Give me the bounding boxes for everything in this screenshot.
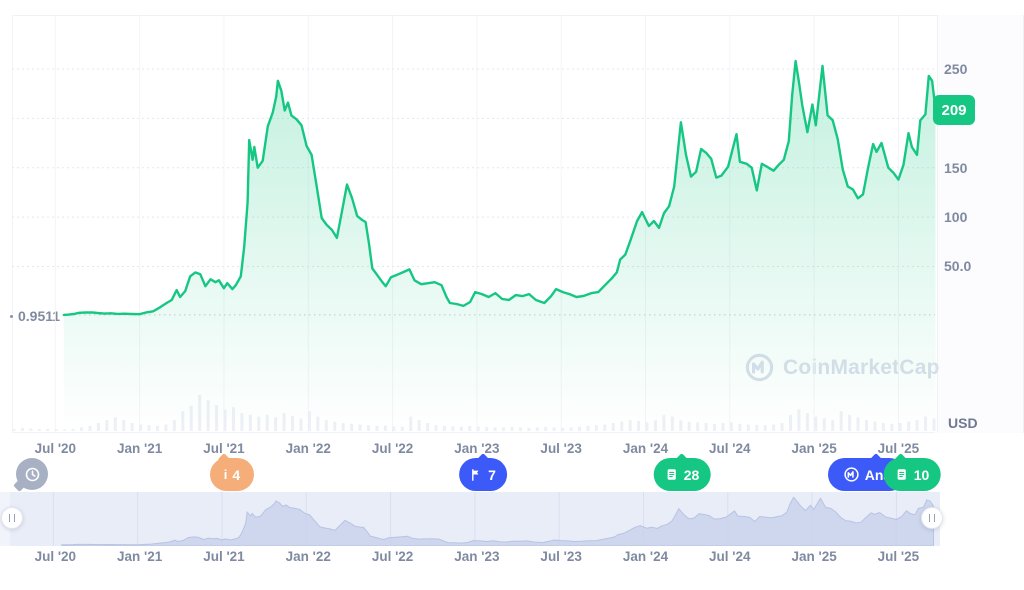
- x-axis-tick-label: Jan '24: [622, 441, 669, 456]
- price-chart-page: { "theme": { "accent_green": "#16c784", …: [0, 0, 1024, 590]
- badge-count-label: 7: [488, 466, 496, 483]
- badge-count-label: 4: [232, 466, 241, 483]
- x-axis-tick-label: Jul '22: [371, 549, 414, 564]
- x-axis-tick-label: Jan '21: [117, 441, 163, 456]
- navigator-area: [61, 496, 934, 546]
- doc-icon: [895, 467, 909, 482]
- x-axis-tick-label: Jan '23: [454, 549, 500, 564]
- navigator-right-handle[interactable]: [921, 507, 943, 529]
- flags-badge[interactable]: 7: [459, 453, 507, 491]
- x-axis-tick-label: Jan '25: [791, 441, 837, 456]
- news-badge[interactable]: 28: [653, 453, 711, 491]
- flag-icon: [470, 468, 483, 482]
- navigator-minichart[interactable]: [0, 492, 1024, 546]
- history-badge[interactable]: [13, 458, 48, 492]
- events-badge[interactable]: i4: [210, 453, 254, 491]
- news-2-badge[interactable]: 10: [883, 453, 941, 491]
- x-axis-tick-label: Jul '23: [540, 441, 582, 456]
- x-axis-tick-label: Jul '21: [203, 549, 245, 564]
- x-axis-tick-label: Jan '22: [285, 441, 331, 456]
- x-axis-tick-label: Jul '22: [371, 441, 414, 456]
- doc-icon: [665, 467, 679, 482]
- x-axis-tick-label: Jan '23: [454, 441, 500, 456]
- x-axis-tick-label: Jul '20: [34, 549, 77, 564]
- x-axis-tick-label: Jul '24: [709, 441, 751, 456]
- clock-history-icon: [24, 466, 41, 483]
- x-axis-tick-label: Jan '22: [285, 549, 331, 564]
- cmc-icon: [843, 466, 860, 483]
- x-axis-tick-label: Jan '24: [622, 549, 669, 564]
- x-axis-tick-label: Jul '20: [34, 441, 77, 456]
- badge-count-label: 10: [913, 466, 930, 483]
- navigator-left-handle[interactable]: [1, 507, 23, 529]
- x-axis-tick-label: Jul '25: [877, 549, 920, 564]
- x-axis-tick-label: Jul '24: [709, 549, 751, 564]
- x-axis-tick-label: Jul '23: [540, 549, 582, 564]
- price-chart-plot[interactable]: [0, 0, 1024, 440]
- current-price-badge: 209: [933, 95, 975, 125]
- info-icon: i: [223, 467, 228, 482]
- x-axis-tick-label: Jan '25: [791, 549, 837, 564]
- badge-pointer-tail: [675, 453, 689, 466]
- badge-count-label: 28: [683, 466, 700, 483]
- x-axis-tick-label: Jan '21: [117, 549, 163, 564]
